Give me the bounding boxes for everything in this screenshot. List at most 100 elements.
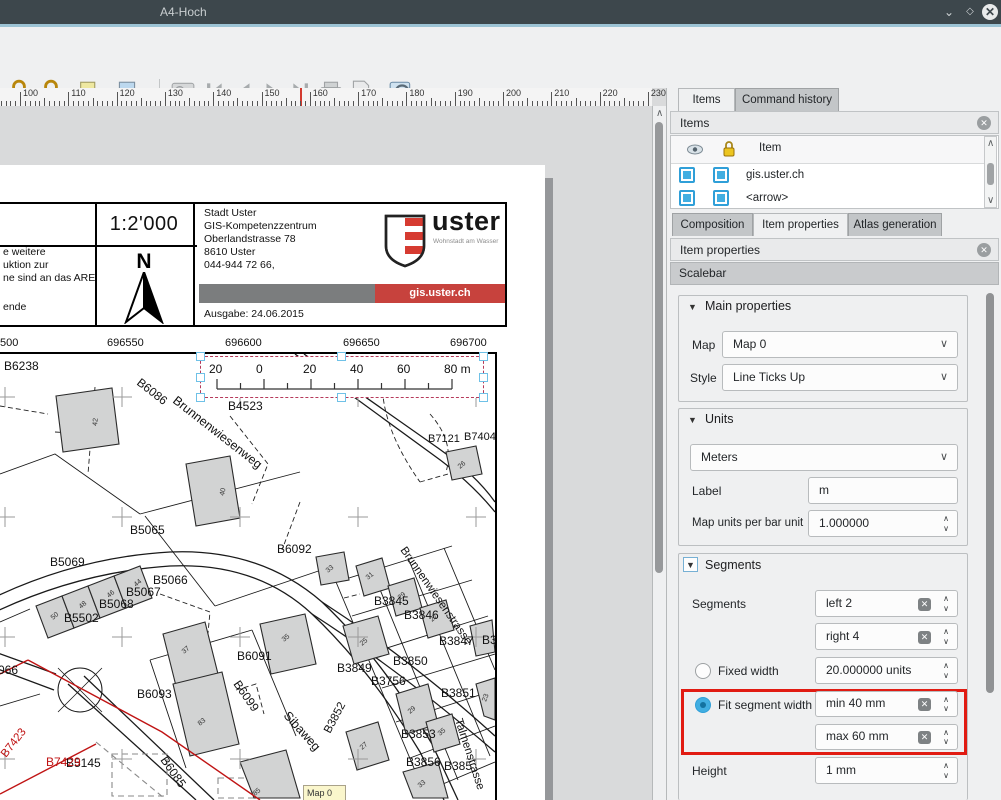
visibility-checkbox[interactable]	[679, 167, 695, 183]
resize-handle[interactable]	[337, 393, 346, 402]
chevron-down-icon: ∨	[940, 370, 948, 383]
chevron-down-icon: ∨	[940, 450, 948, 463]
resize-handle[interactable]	[479, 373, 488, 382]
units-combobox[interactable]: Meters∨	[690, 444, 958, 471]
svg-text:B5065: B5065	[130, 523, 165, 537]
svg-text:B3850: B3850	[393, 654, 428, 668]
style-combobox[interactable]: Line Ticks Up∨	[722, 364, 958, 391]
clear-icon[interactable]: ✕	[918, 698, 931, 711]
svg-text:B3756: B3756	[371, 674, 406, 688]
fit-segment-width-radio[interactable]	[695, 697, 711, 713]
canvas-vscroll-thumb[interactable]	[655, 122, 663, 573]
visibility-checkbox[interactable]	[679, 190, 695, 206]
spin-down-icon[interactable]: ∨	[943, 705, 949, 713]
item-properties-title: Item properties ✕	[670, 238, 999, 261]
svg-text:B6092: B6092	[277, 542, 312, 556]
ruler-number: 100	[23, 88, 38, 98]
items-vscrollbar[interactable]: ∧ ∨	[984, 136, 997, 208]
scalebar-number: 20	[209, 362, 249, 376]
tab-command-history[interactable]: Command history	[735, 88, 839, 111]
props-vscrollbar[interactable]	[984, 290, 997, 800]
spin-down-icon[interactable]: ∨	[943, 638, 949, 646]
item-type-header: Scalebar	[670, 262, 999, 285]
label-label: Label	[692, 484, 721, 498]
title-bar[interactable]: A4-Hoch ⌄ ◇ ✕	[0, 0, 1001, 24]
scroll-down-icon[interactable]: ∨	[987, 195, 994, 206]
clear-icon[interactable]: ✕	[918, 631, 931, 644]
spin-down-icon[interactable]: ∨	[943, 738, 949, 746]
item-row[interactable]: <arrow>	[671, 187, 984, 210]
composition-canvas[interactable]: e weitere uktion zur ne sind an das ARE …	[0, 106, 652, 800]
spin-down-icon[interactable]: ∨	[943, 772, 949, 780]
scroll-up-icon[interactable]: ∧	[656, 108, 663, 119]
resize-handle[interactable]	[196, 373, 205, 382]
spin-up-icon[interactable]: ∧	[943, 762, 949, 770]
item-row[interactable]: gis.uster.ch	[671, 164, 984, 187]
chevron-down-icon: ∨	[940, 337, 948, 350]
north-arrow-icon	[116, 272, 172, 324]
tab-item-properties[interactable]: Item properties	[753, 213, 848, 236]
collapse-icon[interactable]: ▼	[688, 415, 697, 425]
fixed-width-spinbox[interactable]: 20.000000 units ∧ ∨	[815, 657, 958, 684]
spin-down-icon[interactable]: ∨	[943, 605, 949, 613]
height-spinbox[interactable]: 1 mm ∧ ∨	[815, 757, 958, 784]
spin-up-icon[interactable]: ∧	[943, 662, 949, 670]
clear-icon[interactable]: ✕	[918, 598, 931, 611]
composer-window: A4-Hoch ⌄ ◇ ✕ ∨ ∨ ∨ 10011012013014015016…	[0, 0, 1001, 800]
unit-label-input[interactable]: m	[808, 477, 958, 504]
close-panel-icon[interactable]: ✕	[977, 243, 991, 257]
scalebar-number: 0	[256, 362, 296, 376]
spin-up-icon[interactable]: ∧	[943, 628, 949, 636]
collapse-box[interactable]: ▼	[683, 557, 698, 572]
coordinate-label: 696650	[343, 337, 380, 349]
resize-handle[interactable]	[337, 352, 346, 361]
spin-down-icon[interactable]: ∨	[943, 672, 949, 680]
minimize-icon[interactable]: ⌄	[941, 4, 957, 20]
resize-handle[interactable]	[196, 352, 205, 361]
svg-text:B6086: B6086	[134, 375, 170, 408]
scalebar-number: 60	[397, 362, 437, 376]
collapse-icon: ▼	[686, 560, 695, 570]
close-icon[interactable]: ✕	[982, 4, 998, 20]
close-panel-icon[interactable]: ✕	[977, 116, 991, 130]
tab-items[interactable]: Items	[678, 88, 735, 111]
spin-up-icon[interactable]: ∧	[943, 729, 949, 737]
map-units-per-bar-spinbox[interactable]: 1.000000 ∧ ∨	[808, 510, 958, 537]
tab-atlas-generation[interactable]: Atlas generation	[848, 213, 942, 236]
segments-left-spinbox[interactable]: left 2 ✕ ∧ ∨	[815, 590, 958, 617]
map-item-tooltip: Map 0	[303, 785, 346, 800]
item-label[interactable]: <arrow>	[746, 192, 788, 204]
spin-up-icon[interactable]: ∧	[943, 595, 949, 603]
resize-handle[interactable]	[479, 352, 488, 361]
lock-checkbox[interactable]	[713, 167, 729, 183]
props-vscroll-thumb[interactable]	[986, 293, 994, 693]
scroll-thumb[interactable]	[987, 163, 994, 185]
spin-down-icon[interactable]: ∨	[943, 525, 949, 533]
maximize-icon[interactable]: ◇	[962, 4, 978, 20]
segments-right-spinbox[interactable]: right 4 ✕ ∧ ∨	[815, 623, 958, 650]
svg-text:B3849: B3849	[337, 661, 372, 675]
fit-segment-width-label: Fit segment width	[718, 698, 812, 712]
svg-text:B3853: B3853	[401, 727, 436, 741]
item-label[interactable]: gis.uster.ch	[746, 169, 804, 181]
scalebar-item[interactable]: 20020406080 m	[200, 356, 484, 398]
collapse-icon[interactable]: ▼	[688, 302, 697, 312]
scroll-up-icon[interactable]: ∧	[987, 138, 994, 149]
svg-text:B4523: B4523	[228, 399, 263, 413]
map-combobox[interactable]: Map 0∨	[722, 331, 958, 358]
tab-composition[interactable]: Composition	[672, 213, 753, 236]
uster-logo-text: uster	[432, 206, 501, 237]
max-width-spinbox[interactable]: max 60 mm ✕ ∧ ∨	[815, 724, 958, 750]
resize-handle[interactable]	[479, 393, 488, 402]
spin-up-icon[interactable]: ∧	[943, 515, 949, 523]
coordinate-label: 696550	[107, 337, 144, 349]
spin-up-icon[interactable]: ∧	[943, 696, 949, 704]
min-width-spinbox[interactable]: min 40 mm ✕ ∧ ∨	[815, 691, 958, 717]
map-item-frame[interactable]: B6238B4523B7121B7404B5065B5069B5066B5067…	[0, 352, 497, 800]
fixed-width-radio[interactable]	[695, 663, 711, 679]
ruler-number: 110	[71, 88, 85, 98]
lock-checkbox[interactable]	[713, 190, 729, 206]
clear-icon[interactable]: ✕	[918, 731, 931, 744]
resize-handle[interactable]	[196, 393, 205, 402]
coordinate-label: 696700	[450, 337, 487, 349]
